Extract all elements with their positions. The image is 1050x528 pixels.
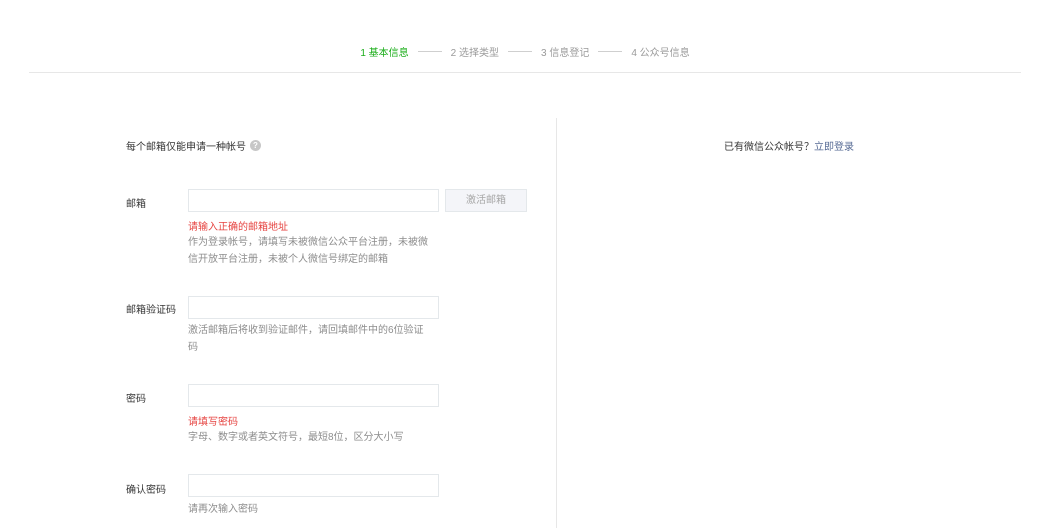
email-label: 邮箱 (126, 199, 146, 210)
confirm-password-hint: 请再次输入密码 (188, 504, 258, 515)
password-input[interactable] (188, 384, 439, 407)
email-error: 请输入正确的邮箱地址 (188, 222, 288, 233)
email-hint: 作为登录帐号，请填写未被微信公众平台注册，未被微信开放平台注册，未被个人微信号绑… (188, 237, 428, 265)
code-hint: 激活邮箱后将收到验证邮件，请回填邮件中的6位验证码 (188, 325, 424, 353)
step-indicator: 1 基本信息 2 选择类型 3 信息登记 4 公众号信息 (0, 44, 1050, 59)
confirm-password-input[interactable] (188, 474, 439, 497)
login-prompt: 已有微信公众帐号？立即登录 (724, 138, 854, 153)
step-separator (417, 50, 442, 52)
step-info-register: 3 信息登记 (541, 47, 590, 59)
email-input[interactable] (188, 189, 439, 212)
step-basic-info: 1 基本信息 (360, 47, 409, 59)
code-label: 邮箱验证码 (126, 305, 176, 316)
step-separator (508, 50, 532, 52)
step-select-type: 2 选择类型 (450, 47, 499, 59)
code-input[interactable] (188, 296, 439, 319)
activate-email-button[interactable]: 激活邮箱 (445, 189, 527, 212)
step-separator (598, 50, 623, 52)
column-divider (556, 118, 557, 528)
header-divider (29, 72, 1021, 73)
help-icon[interactable]: ? (250, 140, 261, 151)
login-link[interactable]: 立即登录 (814, 142, 854, 153)
login-prompt-text: 已有微信公众帐号？ (724, 142, 814, 153)
step-account-info: 4 公众号信息 (631, 47, 690, 59)
confirm-password-label: 确认密码 (126, 485, 166, 496)
email-tip-text: 每个邮箱仅能申请一种帐号 (126, 142, 246, 153)
password-hint: 字母、数字或者英文符号，最短8位，区分大小写 (188, 432, 404, 443)
password-label: 密码 (126, 394, 146, 405)
password-error: 请填写密码 (188, 417, 238, 428)
email-tip: 每个邮箱仅能申请一种帐号 ? (126, 138, 261, 153)
